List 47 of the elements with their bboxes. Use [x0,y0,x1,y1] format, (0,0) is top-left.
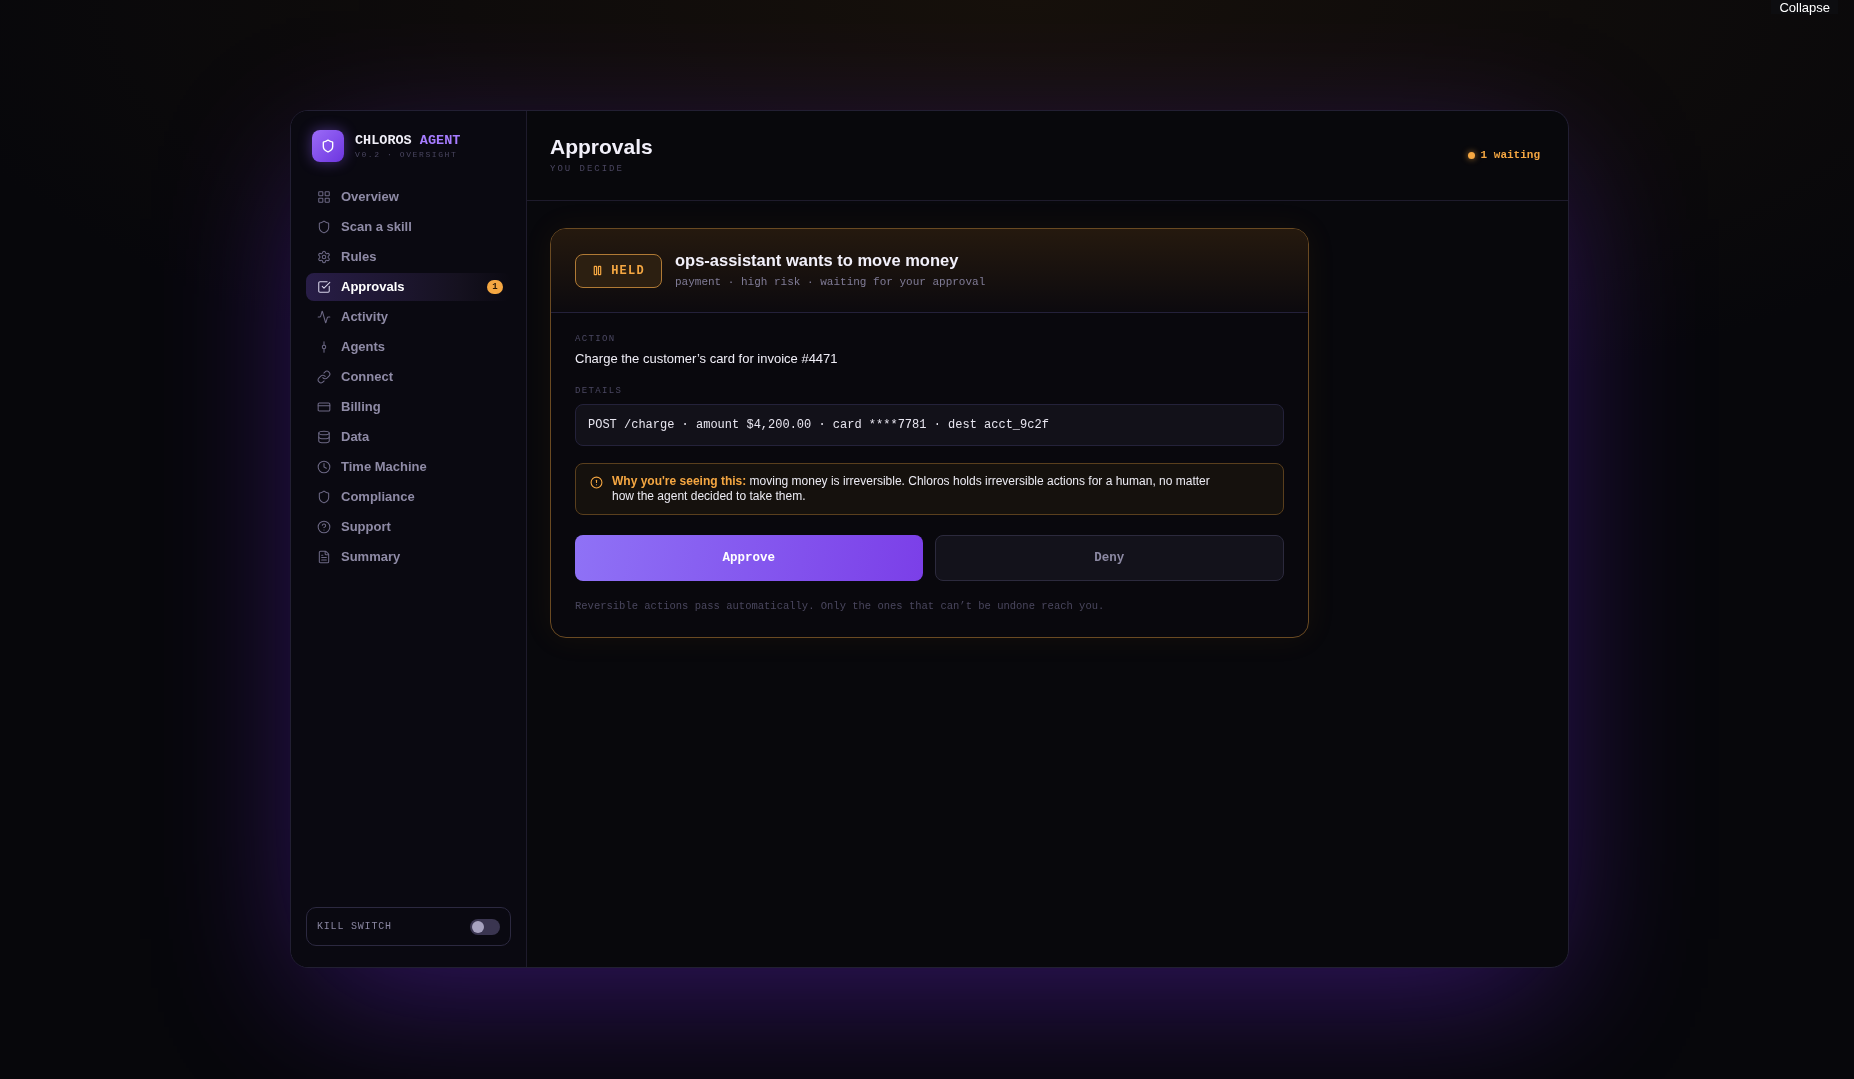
link-icon [317,370,331,384]
approval-title: ops-assistant wants to move money [675,250,960,270]
gear-icon [317,250,331,264]
kill-switch-toggle[interactable] [470,918,500,935]
page-title: Approvals [550,134,653,159]
waiting-count: 1 waiting [1480,148,1540,164]
help-icon [317,520,331,534]
action-text: Charge the customer’s card for invoice #4471 [575,351,839,367]
card-icon [317,400,331,414]
brand-subtitle: V0.2 · OVERSIGHT [355,149,459,160]
brand-name: CHLOROS AGENT [355,132,461,148]
clock-icon [317,460,331,474]
nav-item[interactable]: Scan a skill [306,213,511,241]
deny-button[interactable]: Deny [934,535,1284,581]
document-icon [317,550,331,564]
nav-item[interactable]: Connect [306,363,511,391]
nav-item[interactable]: Agents [306,333,511,361]
grid-icon [317,190,331,204]
alert-icon [590,476,603,489]
nav-item[interactable]: Rules [306,243,511,271]
details-code-box: POST /charge · amount $4,200.00 · card ****7781 · dest acct_9c2f [575,404,1284,446]
kill-switch-label: KILL SWITCH [317,920,392,934]
action-label: ACTION [575,333,617,345]
nav-item[interactable]: Activity [306,303,511,331]
checkbox-icon [317,280,331,294]
nav-item[interactable]: Summary [306,543,511,571]
nav-item[interactable]: Overview [306,183,511,211]
nav-item[interactable]: Time Machine [306,453,511,481]
collapse-button[interactable]: Collapse [1771,0,1838,14]
nav-item[interactable]: Compliance [306,483,511,511]
notice-text: Why you're seeing this: moving money is irreversible. Chloros holds irreversible actions for a human, no matter how the agent decided to take them. [612,474,1211,504]
count-badge: 1 [487,280,503,294]
shield-icon [317,220,331,234]
database-icon [317,430,331,444]
shield-logo-icon [312,130,344,162]
page-subtitle: YOU DECIDE [550,162,625,176]
status-tag: HELD [575,253,662,288]
nav-item[interactable]: Support [306,513,511,541]
pause-icon [592,265,604,276]
pulse-icon [317,310,331,324]
footnote: Reversible actions pass automatically. Only the ones that can’t be undone reach you. [575,599,1106,614]
details-label: DETAILS [575,385,624,397]
shield-icon [317,490,331,504]
approve-button[interactable]: Approve [575,535,923,581]
nav-item[interactable]: Data [306,423,511,451]
nav-item[interactable]: Billing [306,393,511,421]
approval-meta: payment · high risk · waiting for your approval [675,274,986,290]
